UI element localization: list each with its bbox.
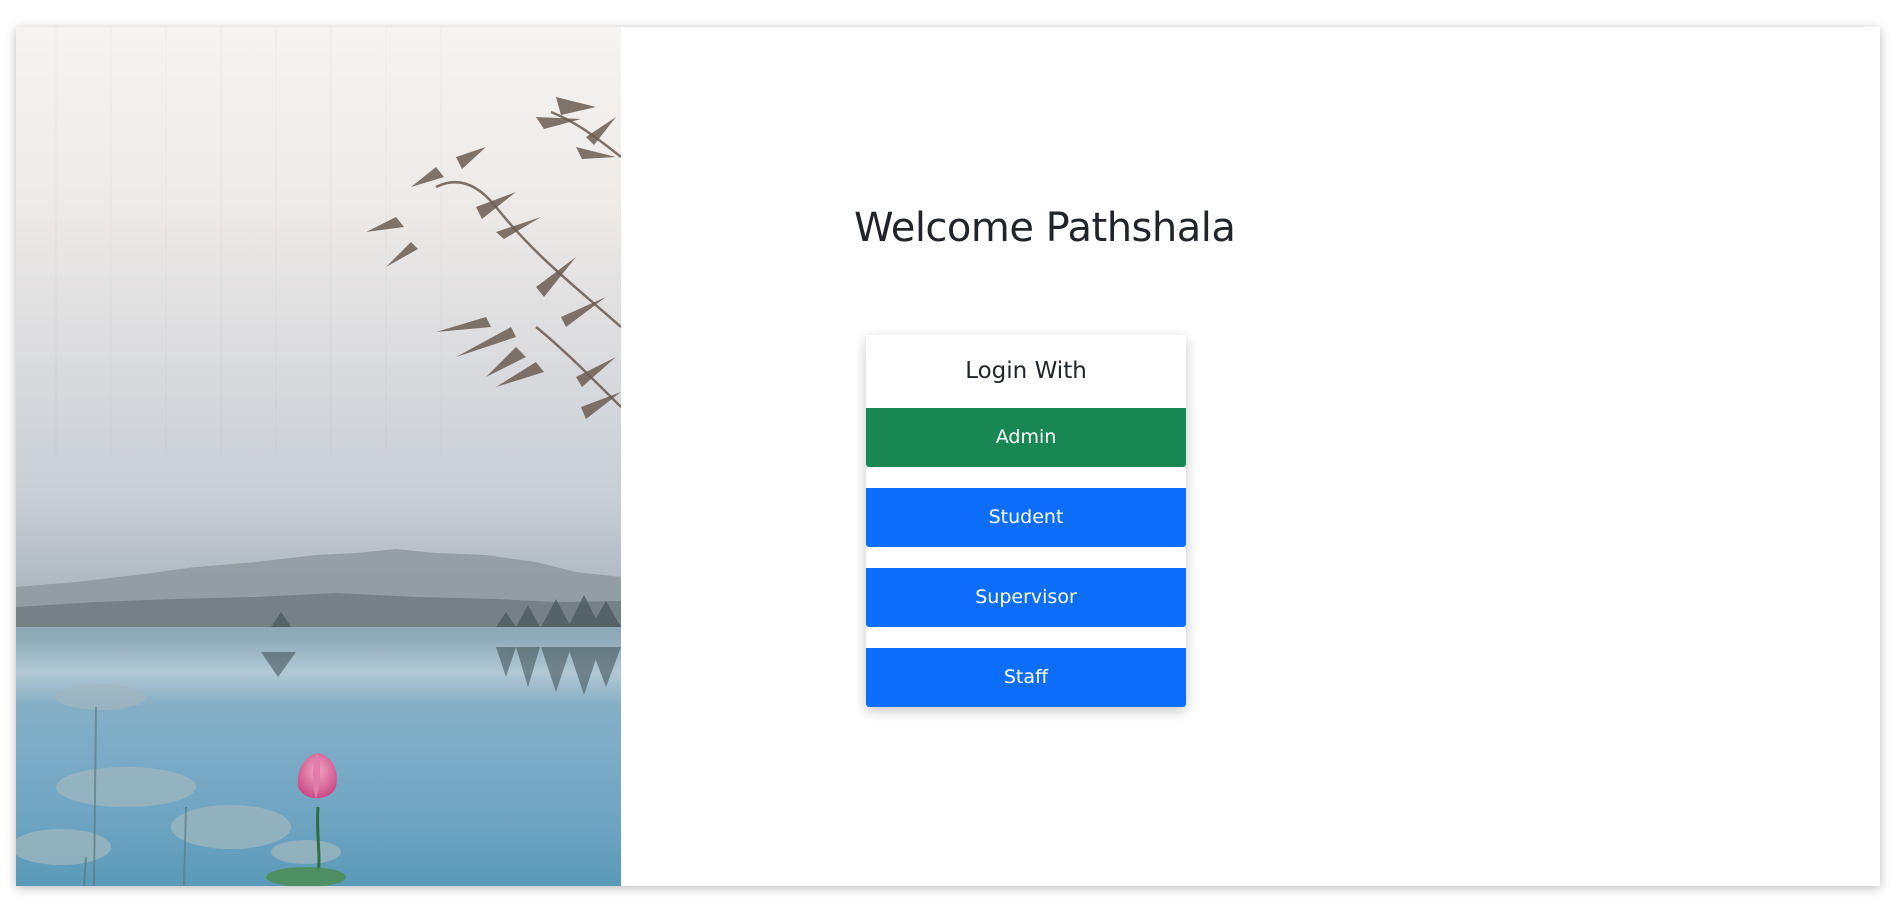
main-content: Welcome Pathshala Login With Admin Stude… — [621, 27, 1880, 886]
staff-login-button[interactable]: Staff — [866, 648, 1186, 707]
hero-image-panel — [16, 27, 621, 886]
login-page-frame: Welcome Pathshala Login With Admin Stude… — [16, 27, 1880, 886]
login-card-heading: Login With — [965, 358, 1087, 384]
student-login-button[interactable]: Student — [866, 488, 1186, 547]
login-card: Login With Admin Student Supervisor Staf… — [866, 335, 1186, 707]
landscape-illustration — [16, 27, 621, 886]
page-title: Welcome Pathshala — [854, 205, 1236, 251]
supervisor-login-button[interactable]: Supervisor — [866, 568, 1186, 627]
admin-login-button[interactable]: Admin — [866, 408, 1186, 467]
